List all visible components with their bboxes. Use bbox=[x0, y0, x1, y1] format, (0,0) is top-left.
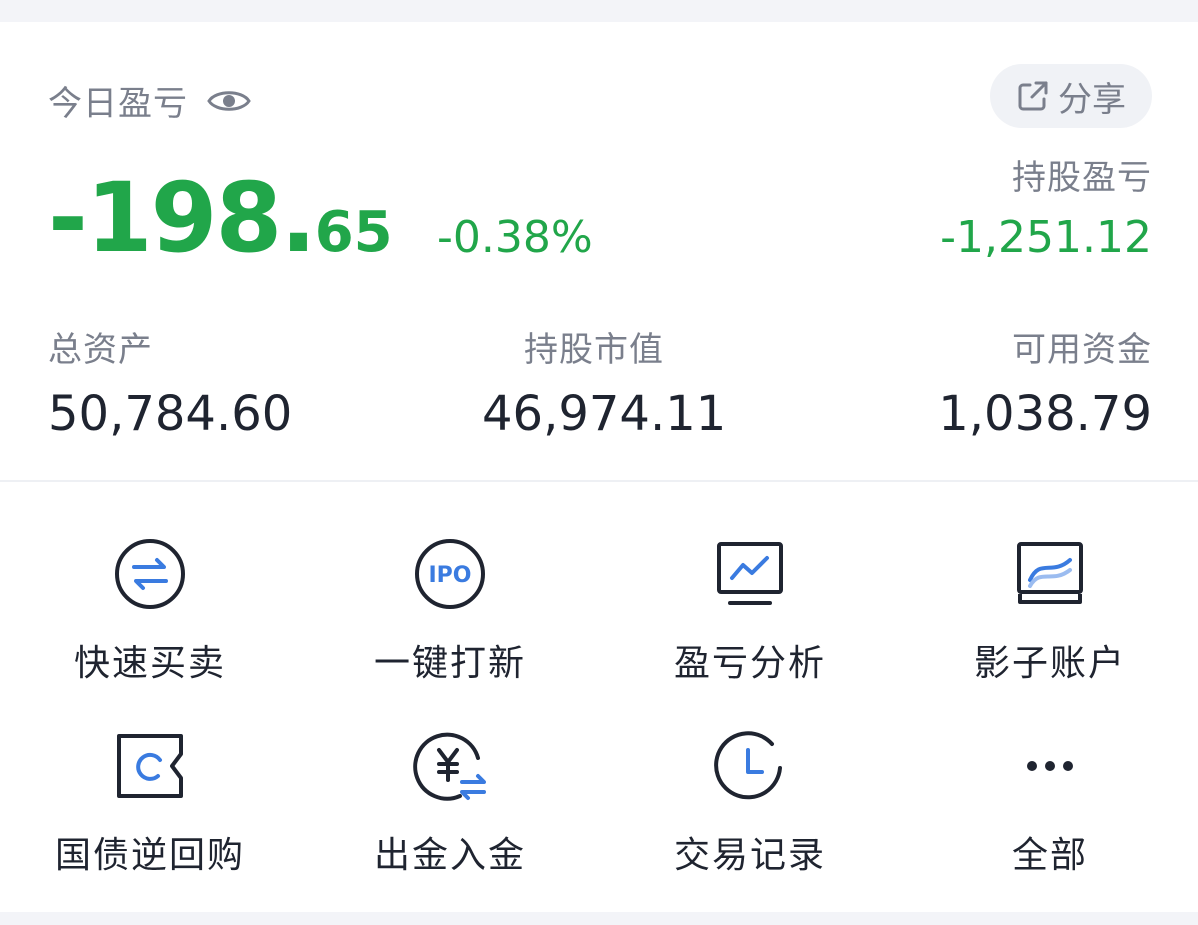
exchange-icon bbox=[115, 539, 185, 609]
action-ipo[interactable]: IPO 一键打新 bbox=[300, 536, 600, 696]
holding-pnl-title: 持股盈亏 bbox=[1012, 158, 1152, 198]
market-value-label: 持股市值 bbox=[524, 330, 664, 370]
total-assets-label: 总资产 bbox=[48, 330, 153, 370]
shadow-account-icon bbox=[1017, 542, 1083, 604]
divider bbox=[0, 480, 1198, 482]
available-funds-label: 可用资金 bbox=[1012, 330, 1152, 370]
action-label: 一键打新 bbox=[373, 643, 526, 684]
chart-monitor-icon bbox=[717, 542, 783, 605]
holding-pnl-value: -1,251.12 bbox=[940, 212, 1152, 263]
action-label: 影子账户 bbox=[973, 643, 1126, 684]
eye-icon[interactable] bbox=[206, 86, 252, 116]
clock-icon bbox=[714, 731, 782, 800]
action-all[interactable]: 全部 bbox=[900, 728, 1198, 888]
action-deposit-withdraw[interactable]: 出金入金 bbox=[300, 728, 600, 888]
action-pnl-analysis[interactable]: 盈亏分析 bbox=[600, 536, 900, 696]
market-value-value: 46,974.11 bbox=[482, 386, 727, 442]
action-shadow-account[interactable]: 影子账户 bbox=[900, 536, 1198, 696]
more-icon bbox=[1027, 761, 1073, 771]
action-grid: 快速买卖 IPO 一键打新 盈亏分析 影子账户 国债逆回购 出金入金 交易记录 … bbox=[0, 522, 1198, 902]
today-pnl-value: -198. 65 bbox=[48, 162, 393, 274]
available-funds-value: 1,038.79 bbox=[938, 386, 1152, 442]
action-label: 全部 bbox=[1011, 835, 1088, 876]
action-trade-records[interactable]: 交易记录 bbox=[600, 728, 900, 888]
today-pnl-title: 今日盈亏 bbox=[48, 84, 188, 124]
action-label: 国债逆回购 bbox=[54, 835, 245, 876]
action-label: 盈亏分析 bbox=[673, 643, 826, 684]
share-icon bbox=[1018, 81, 1048, 111]
today-pnl-dec: 65 bbox=[314, 200, 393, 265]
action-quick-trade[interactable]: 快速买卖 bbox=[0, 536, 300, 696]
today-pnl-percent: -0.38% bbox=[437, 212, 593, 263]
total-assets-value: 50,784.60 bbox=[48, 386, 293, 442]
action-label: 出金入金 bbox=[373, 835, 526, 876]
share-label: 分享 bbox=[1058, 79, 1126, 120]
bond-repo-icon bbox=[117, 734, 183, 798]
ipo-icon: IPO bbox=[415, 539, 485, 609]
action-bond-repo[interactable]: 国债逆回购 bbox=[0, 728, 300, 888]
share-button[interactable]: 分享 bbox=[990, 64, 1152, 128]
today-pnl-title-row: 今日盈亏 bbox=[48, 76, 252, 125]
action-label: 交易记录 bbox=[673, 835, 826, 876]
asset-card: 今日盈亏 分享 -198. 65 -0.38% 持股盈亏 -1,251.12 总… bbox=[0, 22, 1198, 912]
svg-text:IPO: IPO bbox=[428, 563, 471, 588]
today-pnl-int: -198. bbox=[48, 162, 317, 274]
yuan-transfer-icon bbox=[413, 732, 486, 801]
action-label: 快速买卖 bbox=[73, 643, 226, 684]
